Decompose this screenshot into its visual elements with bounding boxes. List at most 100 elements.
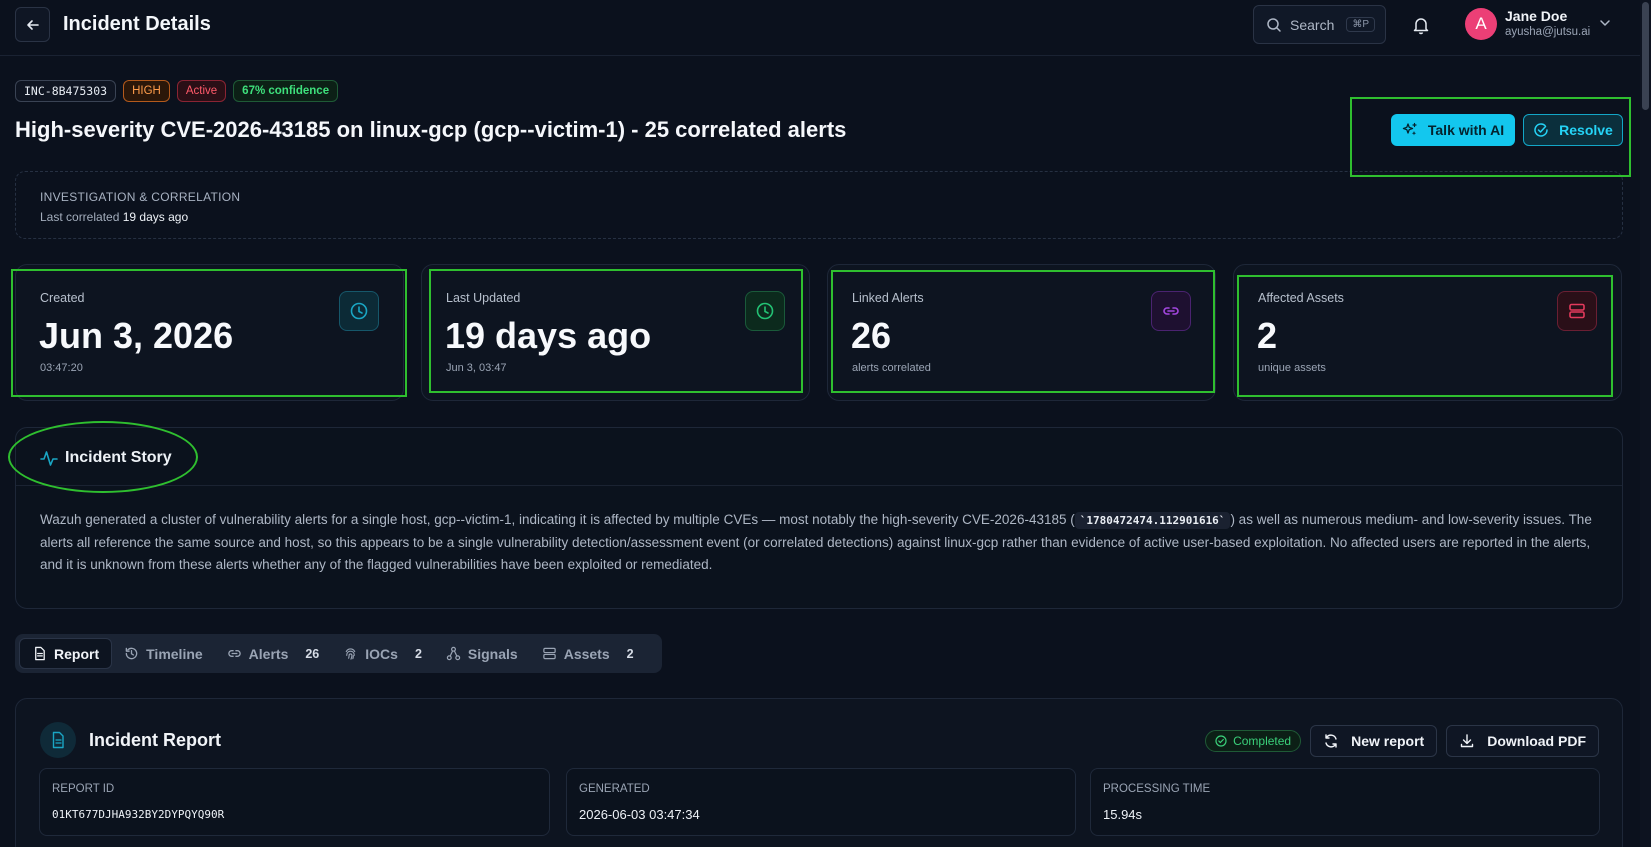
resolve-label: Resolve bbox=[1559, 122, 1613, 138]
incident-badges: INC-8B475303 HIGH Active 67% confidence bbox=[15, 80, 339, 102]
tab-label: Timeline bbox=[146, 645, 203, 662]
tab-label: IOCs bbox=[365, 645, 398, 662]
report-id-value: 01KT677DJHA932BY2DYPQYQ90R bbox=[52, 808, 225, 821]
bell-icon[interactable] bbox=[1410, 14, 1432, 36]
story-header: Incident Story bbox=[16, 428, 1622, 486]
tab-label: Report bbox=[54, 645, 100, 662]
link-icon bbox=[227, 650, 241, 657]
generated-box: GENERATED 2026-06-03 03:47:34 bbox=[566, 768, 1076, 836]
stat-sub: 03:47:20 bbox=[40, 362, 83, 374]
report-title: Incident Report bbox=[89, 730, 222, 750]
page-title: Incident Details bbox=[63, 13, 211, 35]
story-text-before: Wazuh generated a cluster of vulnerabili… bbox=[40, 512, 1075, 527]
incident-id-badge: INC-8B475303 bbox=[15, 80, 117, 102]
server-icon bbox=[542, 647, 556, 660]
incident-story-panel: Incident Story Wazuh generated a cluster… bbox=[15, 427, 1623, 609]
check-circle-icon bbox=[1534, 123, 1548, 137]
stat-label: Affected Assets bbox=[1258, 291, 1344, 305]
tab-report[interactable]: Report bbox=[19, 638, 113, 669]
report-actions: Completed New report Download PDF bbox=[1205, 725, 1599, 757]
sparkles-icon bbox=[1402, 122, 1417, 136]
search-label: Search bbox=[1290, 16, 1335, 33]
meta-label: GENERATED bbox=[579, 783, 650, 795]
link-icon bbox=[1151, 291, 1191, 331]
stat-sub: Jun 3, 03:47 bbox=[446, 362, 507, 374]
stat-value: 19 days ago bbox=[445, 315, 652, 356]
chevron-down-icon[interactable] bbox=[1598, 16, 1612, 30]
stat-label: Linked Alerts bbox=[852, 291, 924, 305]
incident-report-panel: Incident Report Completed New report Dow… bbox=[15, 698, 1623, 847]
report-status-label: Completed bbox=[1233, 734, 1292, 748]
tab-count: 2 bbox=[626, 646, 634, 661]
processing-time-value: 15.94s bbox=[1103, 807, 1143, 822]
stat-card-created: Created Jun 3, 2026 03:47:20 bbox=[15, 264, 404, 401]
search-button[interactable]: Search ⌘P bbox=[1253, 5, 1386, 44]
severity-badge: HIGH bbox=[123, 80, 170, 102]
last-correlated-value: 19 days ago bbox=[122, 210, 189, 224]
server-icon bbox=[1557, 291, 1597, 331]
investigation-panel: INVESTIGATION & CORRELATION Last correla… bbox=[15, 171, 1623, 239]
file-text-icon bbox=[52, 731, 64, 749]
incident-title: High-severity CVE-2026-43185 on linux-gc… bbox=[15, 117, 847, 142]
download-pdf-button[interactable]: Download PDF bbox=[1446, 725, 1599, 757]
stat-sub: unique assets bbox=[1258, 362, 1326, 374]
download-icon bbox=[1461, 734, 1474, 748]
new-report-button[interactable]: New report bbox=[1310, 725, 1438, 757]
investigation-heading: INVESTIGATION & CORRELATION bbox=[40, 190, 241, 204]
stat-card-linked-alerts: Linked Alerts 26 alerts correlated bbox=[827, 264, 1216, 401]
clock-icon bbox=[745, 291, 785, 331]
stat-label: Last Updated bbox=[446, 291, 521, 305]
scrollbar-thumb[interactable] bbox=[1642, 2, 1649, 110]
stat-card-affected-assets: Affected Assets 2 unique assets bbox=[1233, 264, 1622, 401]
meta-label: REPORT ID bbox=[52, 783, 115, 795]
stat-value: Jun 3, 2026 bbox=[39, 315, 234, 356]
user-name[interactable]: Jane Doe bbox=[1505, 8, 1567, 24]
status-badge: Active bbox=[176, 80, 227, 102]
stat-value: 2 bbox=[1257, 315, 1278, 356]
tab-label: Alerts bbox=[248, 645, 289, 662]
stat-value: 26 bbox=[851, 315, 892, 356]
page-scrollbar[interactable] bbox=[1640, 0, 1651, 847]
clock-icon bbox=[339, 291, 379, 331]
network-icon bbox=[446, 646, 461, 661]
incident-tabs: Report Timeline Alerts 26 IOCs 2 Signals… bbox=[15, 634, 662, 673]
report-id-box: REPORT ID 01KT677DJHA932BY2DYPQYQ90R bbox=[39, 768, 550, 836]
tab-count: 2 bbox=[414, 646, 422, 661]
last-correlated-label: Last correlated bbox=[40, 210, 120, 224]
story-title: Incident Story bbox=[65, 449, 172, 466]
new-report-label: New report bbox=[1351, 733, 1425, 749]
resolve-button[interactable]: Resolve bbox=[1523, 114, 1623, 146]
report-icon-wrapper bbox=[40, 722, 76, 758]
fingerprint-icon bbox=[345, 648, 356, 660]
talk-with-ai-button[interactable]: Talk with AI bbox=[1391, 114, 1515, 146]
search-shortcut: ⌘P bbox=[1346, 17, 1376, 32]
stat-card-last-updated: Last Updated 19 days ago Jun 3, 03:47 bbox=[421, 264, 810, 401]
refresh-icon bbox=[1325, 734, 1337, 748]
tab-assets[interactable]: Assets 2 bbox=[530, 638, 646, 669]
top-header: Incident Details Search ⌘P A Jane Doe ay… bbox=[0, 0, 1651, 56]
confidence-badge: 67% confidence bbox=[233, 80, 339, 102]
activity-icon bbox=[40, 451, 58, 466]
stat-sub: alerts correlated bbox=[852, 362, 931, 374]
story-code: `1780472474.112901616` bbox=[1074, 512, 1231, 529]
tab-alerts[interactable]: Alerts 26 bbox=[215, 638, 332, 669]
search-icon bbox=[1267, 17, 1281, 32]
check-circle-icon bbox=[1215, 735, 1227, 747]
story-text: Wazuh generated a cluster of vulnerabili… bbox=[40, 509, 1600, 577]
talk-with-ai-label: Talk with AI bbox=[1427, 122, 1505, 138]
incident-actions: Talk with AI Resolve bbox=[1391, 114, 1623, 146]
tab-label: Assets bbox=[563, 645, 610, 662]
processing-time-box: PROCESSING TIME 15.94s bbox=[1090, 768, 1600, 836]
meta-label: PROCESSING TIME bbox=[1103, 783, 1211, 795]
tab-timeline[interactable]: Timeline bbox=[112, 638, 215, 669]
avatar[interactable]: A bbox=[1465, 8, 1497, 40]
tab-signals[interactable]: Signals bbox=[434, 638, 530, 669]
tab-iocs[interactable]: IOCs 2 bbox=[331, 638, 434, 669]
back-button[interactable] bbox=[15, 7, 50, 42]
tab-label: Signals bbox=[467, 645, 518, 662]
tab-count: 26 bbox=[305, 646, 320, 661]
user-email: ayusha@jutsu.ai bbox=[1505, 26, 1591, 38]
history-icon bbox=[125, 647, 138, 660]
arrow-left-icon bbox=[26, 19, 39, 30]
file-text-icon bbox=[35, 646, 45, 661]
